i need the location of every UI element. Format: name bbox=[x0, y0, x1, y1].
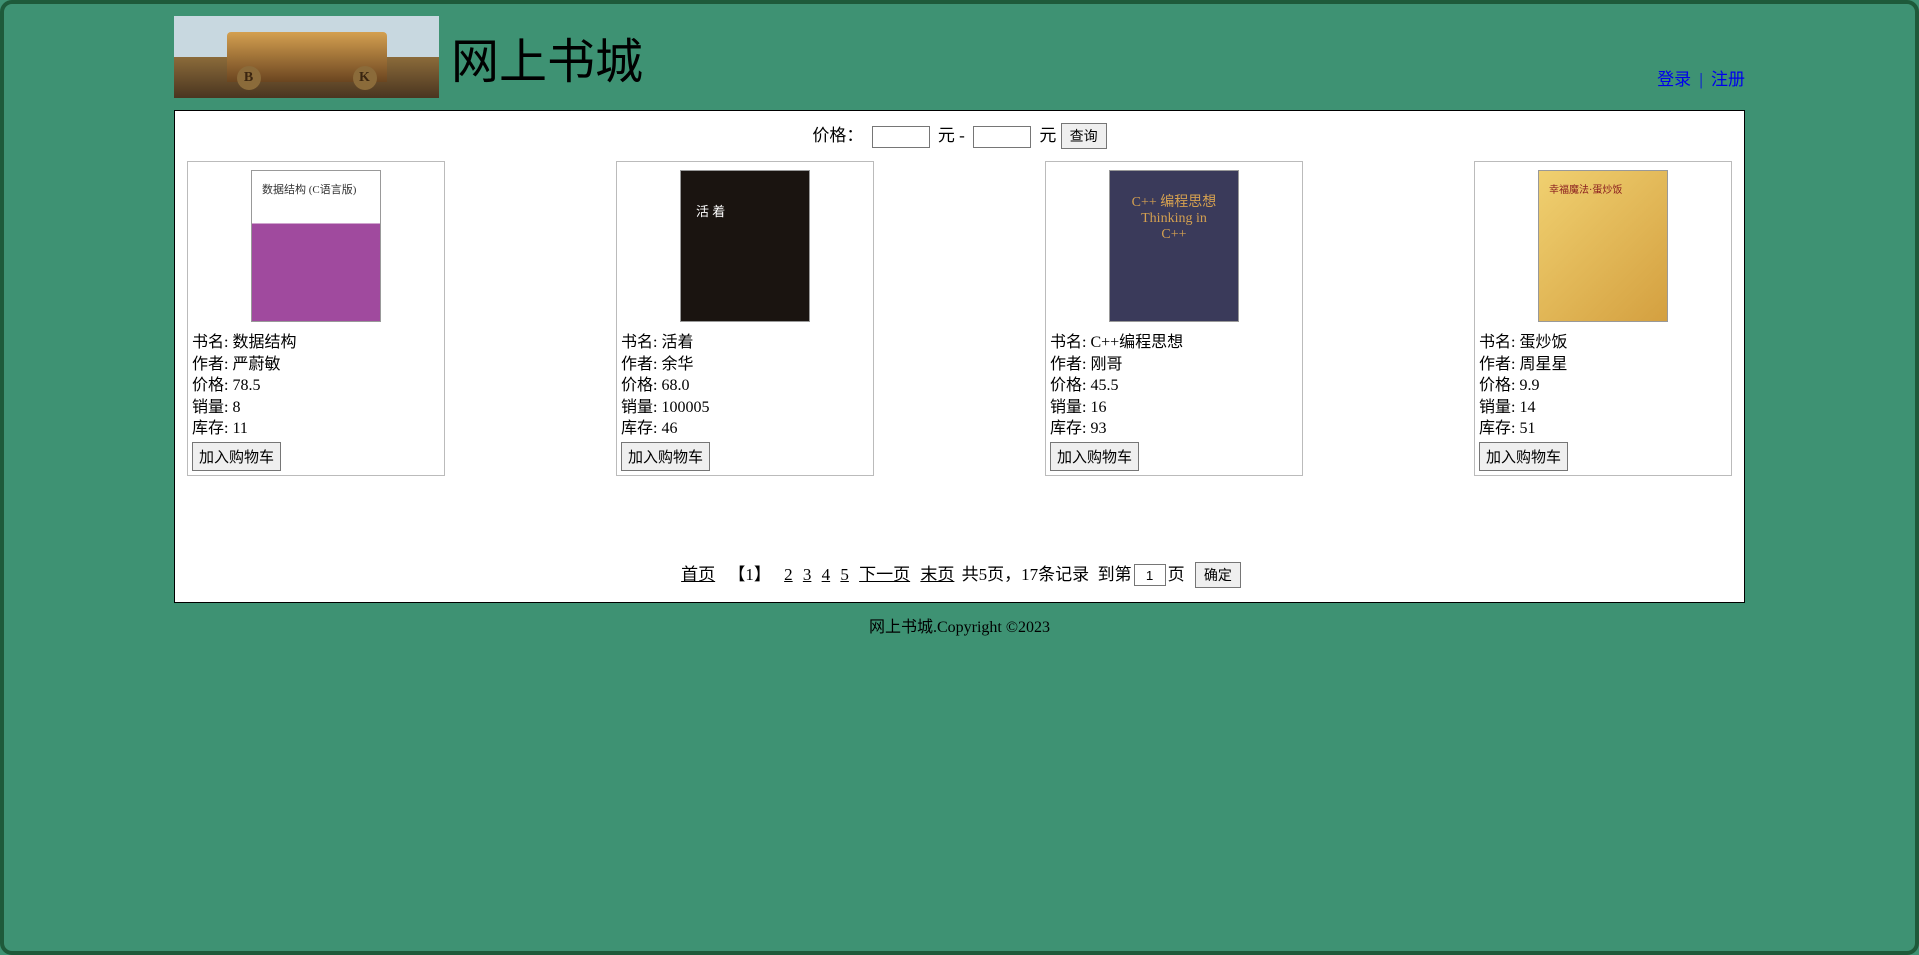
book-price: 9.9 bbox=[1519, 377, 1539, 394]
label-book-name: 书名: bbox=[621, 334, 657, 351]
goto-prefix: 到第 bbox=[1098, 565, 1132, 584]
filter-label: 价格： bbox=[812, 126, 863, 145]
label-author: 作者: bbox=[1479, 356, 1515, 373]
label-sales: 销量: bbox=[192, 399, 228, 416]
add-cart-button[interactable]: 加入购物车 bbox=[1479, 442, 1568, 471]
page-next-link[interactable]: 下一页 bbox=[859, 565, 910, 584]
add-cart-button[interactable]: 加入购物车 bbox=[1050, 442, 1139, 471]
book-author: 严蔚敏 bbox=[232, 356, 280, 373]
book-author: 刚哥 bbox=[1090, 356, 1122, 373]
filter-dash: - bbox=[959, 126, 965, 145]
label-author: 作者: bbox=[192, 356, 228, 373]
goto-confirm-button[interactable]: 确定 bbox=[1195, 562, 1241, 588]
book-cover[interactable]: C++ 编程思想 Thinking in C++ bbox=[1109, 170, 1239, 322]
label-stock: 库存: bbox=[192, 420, 228, 437]
pagination: 首页 【1】 2 3 4 5 下一页 末页 共5页，17条记录 到第 页 确定 bbox=[187, 560, 1732, 588]
book-card: 幸福魔法·蛋炒饭 书名: 蛋炒饭 作者: 周星星 价格: 9.9 销量: 14 … bbox=[1474, 161, 1732, 476]
header: 网上书城 登录 | 注册 bbox=[4, 4, 1915, 110]
book-price: 68.0 bbox=[661, 377, 689, 394]
label-author: 作者: bbox=[1050, 356, 1086, 373]
register-link[interactable]: 注册 bbox=[1711, 70, 1745, 89]
page-link[interactable]: 5 bbox=[840, 565, 849, 584]
book-name: 数据结构 bbox=[232, 334, 296, 351]
label-stock: 库存: bbox=[621, 420, 657, 437]
label-sales: 销量: bbox=[1050, 399, 1086, 416]
book-card: C++ 编程思想 Thinking in C++ 书名: C++编程思想 作者:… bbox=[1045, 161, 1303, 476]
label-stock: 库存: bbox=[1479, 420, 1515, 437]
book-sales: 14 bbox=[1519, 399, 1535, 416]
filter-unit-1: 元 bbox=[938, 126, 955, 145]
label-price: 价格: bbox=[1479, 377, 1515, 394]
book-cover[interactable]: 活 着 bbox=[680, 170, 810, 322]
label-stock: 库存: bbox=[1050, 420, 1086, 437]
book-stock: 11 bbox=[232, 420, 247, 437]
label-price: 价格: bbox=[192, 377, 228, 394]
filter-unit-2: 元 bbox=[1039, 126, 1056, 145]
query-button[interactable]: 查询 bbox=[1061, 123, 1107, 149]
label-price: 价格: bbox=[621, 377, 657, 394]
book-cover[interactable]: 数据结构 (C语言版) bbox=[251, 170, 381, 322]
current-page: 【1】 bbox=[728, 565, 771, 584]
book-author: 余华 bbox=[661, 356, 693, 373]
label-book-name: 书名: bbox=[1479, 334, 1515, 351]
label-author: 作者: bbox=[621, 356, 657, 373]
footer: 网上书城.Copyright ©2023 bbox=[4, 613, 1915, 637]
page-summary: 共5页，17条记录 bbox=[962, 565, 1090, 584]
book-stock: 46 bbox=[661, 420, 677, 437]
book-list: 数据结构 (C语言版) 书名: 数据结构 作者: 严蔚敏 价格: 78.5 销量… bbox=[187, 161, 1732, 476]
price-min-input[interactable] bbox=[872, 126, 930, 148]
goto-suffix: 页 bbox=[1168, 565, 1185, 584]
auth-separator: | bbox=[1699, 70, 1702, 89]
book-name: C++编程思想 bbox=[1090, 334, 1183, 351]
label-sales: 销量: bbox=[1479, 399, 1515, 416]
book-cover[interactable]: 幸福魔法·蛋炒饭 bbox=[1538, 170, 1668, 322]
label-book-name: 书名: bbox=[1050, 334, 1086, 351]
book-name: 蛋炒饭 bbox=[1519, 334, 1567, 351]
label-book-name: 书名: bbox=[192, 334, 228, 351]
price-filter: 价格： 元 - 元 查询 bbox=[187, 121, 1732, 149]
add-cart-button[interactable]: 加入购物车 bbox=[621, 442, 710, 471]
book-card: 活 着 书名: 活着 作者: 余华 价格: 68.0 销量: 100005 库存… bbox=[616, 161, 874, 476]
price-max-input[interactable] bbox=[973, 126, 1031, 148]
book-stock: 93 bbox=[1090, 420, 1106, 437]
book-sales: 8 bbox=[232, 399, 240, 416]
login-link[interactable]: 登录 bbox=[1657, 70, 1691, 89]
page-last-link[interactable]: 末页 bbox=[920, 565, 954, 584]
book-price: 45.5 bbox=[1090, 377, 1118, 394]
page-link[interactable]: 4 bbox=[822, 565, 831, 584]
label-sales: 销量: bbox=[621, 399, 657, 416]
page-first-link[interactable]: 首页 bbox=[681, 565, 715, 584]
main-content: 价格： 元 - 元 查询 数据结构 (C语言版) 书名: 数据结构 作者: 严蔚… bbox=[174, 110, 1745, 603]
add-cart-button[interactable]: 加入购物车 bbox=[192, 442, 281, 471]
book-price: 78.5 bbox=[232, 377, 260, 394]
logo-icon bbox=[174, 16, 439, 98]
book-name: 活着 bbox=[661, 334, 693, 351]
book-author: 周星星 bbox=[1519, 356, 1567, 373]
auth-links: 登录 | 注册 bbox=[1657, 65, 1745, 90]
site-title: 网上书城 bbox=[451, 22, 643, 92]
page-link[interactable]: 2 bbox=[784, 565, 793, 584]
label-price: 价格: bbox=[1050, 377, 1086, 394]
book-stock: 51 bbox=[1519, 420, 1535, 437]
book-card: 数据结构 (C语言版) 书名: 数据结构 作者: 严蔚敏 价格: 78.5 销量… bbox=[187, 161, 445, 476]
goto-page-input[interactable] bbox=[1134, 564, 1166, 586]
page-link[interactable]: 3 bbox=[803, 565, 812, 584]
book-sales: 100005 bbox=[661, 399, 709, 416]
book-sales: 16 bbox=[1090, 399, 1106, 416]
